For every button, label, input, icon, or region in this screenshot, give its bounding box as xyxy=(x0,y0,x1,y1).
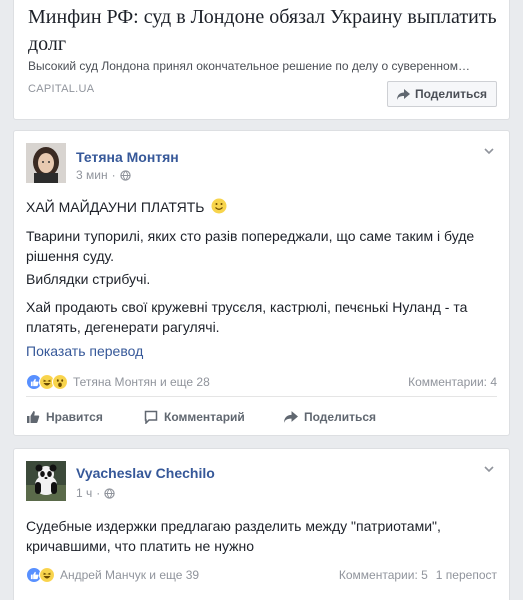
post-card: Vyacheslav Chechilo 1 ч · Судебные издер… xyxy=(13,448,510,600)
wow-reaction-icon xyxy=(52,374,68,390)
post-time[interactable]: 3 мин xyxy=(76,168,108,182)
post-headline-row: ХАЙ МАЙДАУНИ ПЛАТЯТЬ xyxy=(26,197,496,217)
post-card: Тетяна Монтян 3 мин · ХАЙ МАЙДАУНИ ПЛАТЯ… xyxy=(13,130,510,436)
globe-icon[interactable] xyxy=(119,169,131,181)
post-paragraph: Хай продають свої кружевні трусєля, каст… xyxy=(26,299,468,335)
reaction-icons[interactable] xyxy=(26,567,55,583)
separator-dot: · xyxy=(96,486,101,500)
post-author[interactable]: Vyacheslav Chechilo xyxy=(76,465,215,481)
post-meta: 3 мин · xyxy=(76,168,131,182)
reaction-icons[interactable] xyxy=(26,374,68,390)
like-button[interactable]: Нравится xyxy=(26,403,144,431)
like-button-label: Нравится xyxy=(46,410,103,424)
post-author[interactable]: Тетяна Монтян xyxy=(76,149,179,165)
post-paragraph: Тварини тупорилі, яких сто разів поперед… xyxy=(26,228,475,264)
post-paragraph: Виблядки стрибучі. xyxy=(26,271,151,287)
separator-dot: · xyxy=(111,168,116,182)
divider xyxy=(26,396,497,397)
share-button[interactable]: Поделиться xyxy=(387,81,497,107)
comment-button-label: Комментарий xyxy=(164,410,245,424)
translate-link[interactable]: Показать перевод xyxy=(26,343,143,359)
avatar[interactable] xyxy=(26,461,66,501)
post-headline: ХАЙ МАЙДАУНИ ПЛАТЯТЬ xyxy=(26,199,205,215)
reactions-summary[interactable]: Тетяна Монтян и еще 28 xyxy=(73,375,210,389)
post-time[interactable]: 1 ч xyxy=(76,486,92,500)
link-preview-description: Высокий суд Лондона принял окончательное… xyxy=(28,59,470,73)
comments-count[interactable]: Комментарии: 4 xyxy=(408,375,497,389)
thumbs-up-icon xyxy=(27,411,40,423)
post-meta: 1 ч · xyxy=(76,486,115,500)
share-button-label: Поделиться xyxy=(414,87,488,101)
reactions-bar: Андрей Манчук и еще 39 Комментарии: 5 1 … xyxy=(26,567,497,583)
share-arrow-icon xyxy=(284,411,298,423)
reactions-summary[interactable]: Андрей Манчук и еще 39 xyxy=(60,568,199,582)
comment-button[interactable]: Комментарий xyxy=(144,403,284,431)
smile-emoji-icon xyxy=(211,198,227,214)
link-preview-domain: CAPITAL.UA xyxy=(28,83,95,95)
comment-icon xyxy=(144,410,158,424)
post-paragraph: Судебные издержки предлагаю разделить ме… xyxy=(26,518,441,554)
chevron-down-icon[interactable] xyxy=(483,463,495,475)
chevron-down-icon[interactable] xyxy=(483,145,495,157)
shares-count[interactable]: 1 перепост xyxy=(436,568,497,582)
link-preview-title[interactable]: Минфин РФ: суд в Лондоне обязал Украину … xyxy=(28,4,498,58)
globe-icon[interactable] xyxy=(104,487,115,499)
link-preview-card[interactable]: Минфин РФ: суд в Лондоне обязал Украину … xyxy=(13,0,510,120)
share-post-button-label: Поделиться xyxy=(304,410,377,424)
share-arrow-icon xyxy=(396,88,410,100)
haha-reaction-icon xyxy=(39,567,55,583)
reactions-bar: Тетяна Монтян и еще 28 Комментарии: 4 xyxy=(26,374,497,390)
comments-count[interactable]: Комментарии: 5 xyxy=(339,568,428,582)
avatar[interactable] xyxy=(26,143,66,183)
share-post-button[interactable]: Поделиться xyxy=(284,403,414,431)
post-actions: Нравится Комментарий Поделиться xyxy=(26,403,497,431)
